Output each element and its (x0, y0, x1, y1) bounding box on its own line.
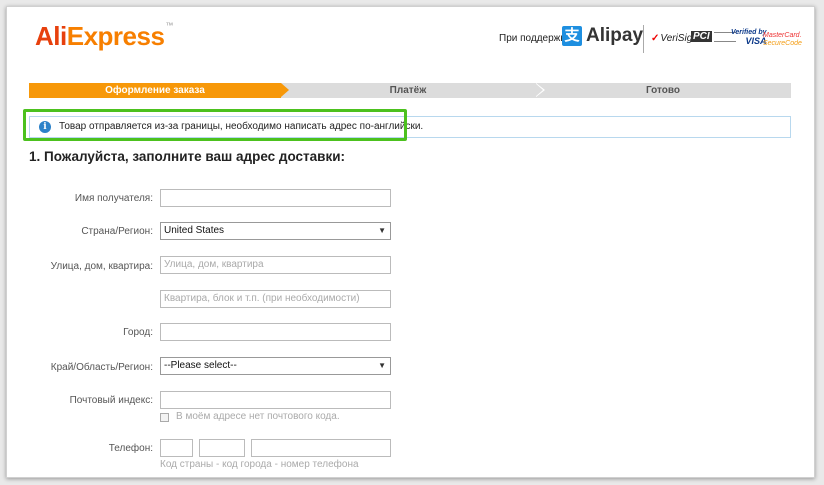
alipay-text: Alipay (586, 25, 644, 46)
header-divider (643, 25, 644, 53)
phone-country-code-input[interactable] (160, 439, 193, 457)
recipient-label: Имя получателя: (74, 193, 153, 204)
phone-label: Телефон: (108, 443, 153, 454)
recipient-input[interactable] (160, 189, 391, 207)
street-label: Улица, дом, квартира: (50, 261, 153, 272)
step-done: Готово (535, 83, 791, 98)
no-zip-label: В моём адресе нет почтового кода. (176, 411, 340, 422)
pci-mark: PCI (691, 31, 712, 42)
apartment-input[interactable]: Квартира, блок и т.п. (при необходимости… (160, 290, 391, 308)
phone-number-input[interactable] (251, 439, 391, 457)
phone-hint: Код страны - код города - номер телефона (160, 459, 359, 470)
zip-label: Почтовый индекс: (69, 395, 153, 406)
support-text: При поддержке (499, 33, 571, 44)
form-heading: 1. Пожалуйста, заполните ваш адрес доста… (29, 149, 346, 164)
verified-by-visa-logo: Verified by VISA (731, 29, 767, 46)
step-payment: Платёж (281, 83, 545, 98)
dropdown-arrow-icon: ▼ (378, 361, 386, 370)
checkout-page: AliExpress™ При поддержке 支 Alipay VeriS… (6, 6, 815, 478)
step-order: Оформление заказа (29, 83, 289, 98)
country-select[interactable]: United States ▼ (160, 222, 391, 240)
country-label: Страна/Регион: (81, 226, 153, 237)
no-zip-checkbox[interactable] (160, 413, 169, 422)
phone-area-code-input[interactable] (199, 439, 245, 457)
city-label: Город: (123, 327, 153, 338)
highlight-box (23, 109, 407, 141)
zip-input[interactable] (160, 391, 391, 409)
region-value: --Please select-- (164, 360, 237, 371)
dropdown-arrow-icon: ▼ (378, 226, 386, 235)
city-input[interactable] (160, 323, 391, 341)
mastercard-securecode-logo: MasterCard. SecureCode (763, 32, 802, 47)
alipay-icon: 支 (562, 26, 582, 46)
country-value: United States (164, 225, 225, 236)
alipay-logo: 支 Alipay (562, 25, 643, 47)
pci-logo: PCI (691, 31, 736, 42)
checkout-progress: Оформление заказа Платёж Готово (29, 83, 791, 98)
aliexpress-logo[interactable]: AliExpress™ (35, 21, 173, 52)
street-input[interactable]: Улица, дом, квартира (160, 256, 391, 274)
region-select[interactable]: --Please select-- ▼ (160, 357, 391, 375)
region-label: Край/Область/Регион: (50, 362, 153, 373)
